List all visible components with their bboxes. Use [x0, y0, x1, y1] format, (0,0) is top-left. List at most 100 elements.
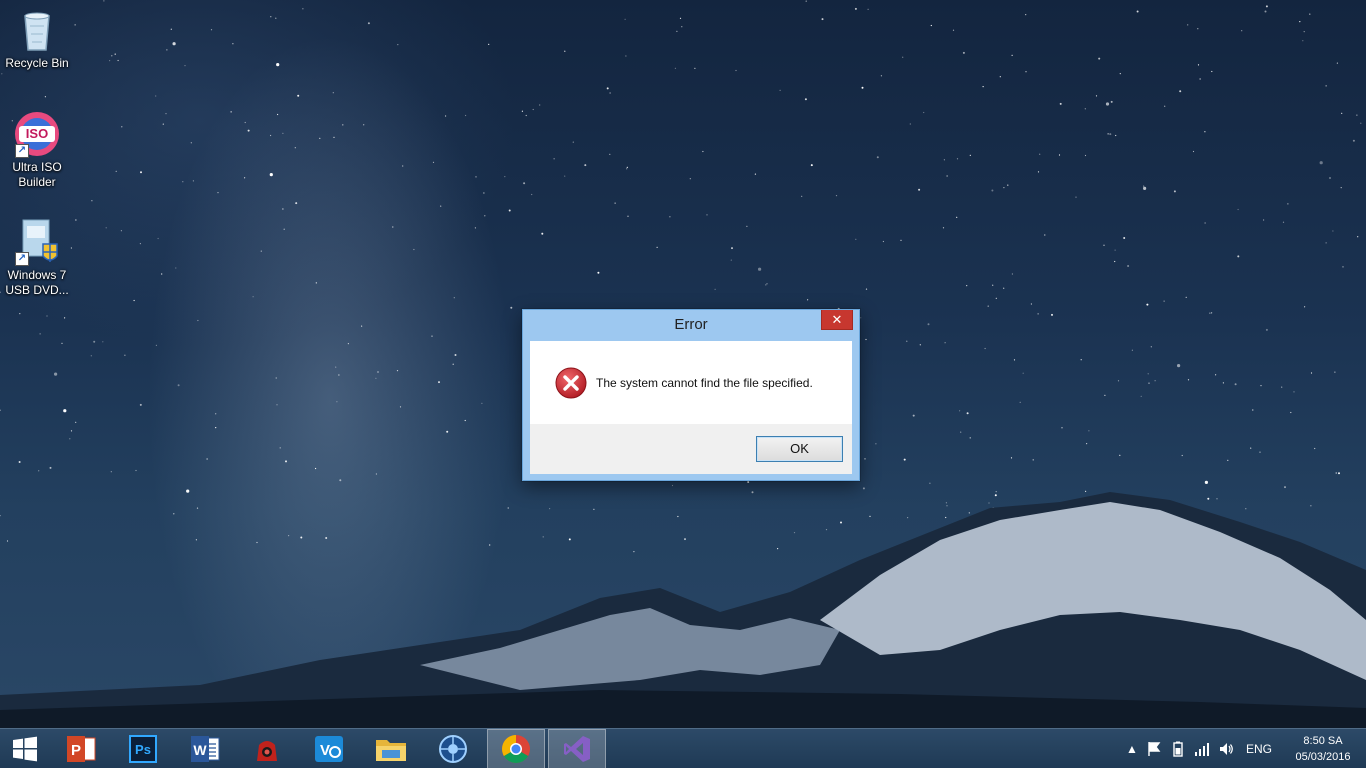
star — [49, 466, 52, 469]
star — [1075, 196, 1077, 198]
star — [860, 317, 862, 319]
star — [1150, 346, 1152, 348]
star — [483, 192, 485, 194]
taskbar-item-media-app[interactable] — [424, 729, 482, 768]
input-language-indicator[interactable]: ENG — [1246, 741, 1272, 757]
star — [962, 51, 965, 54]
star — [801, 195, 803, 197]
taskbar-item-vscode[interactable]: V — [300, 729, 358, 768]
star — [117, 59, 119, 62]
star — [121, 126, 123, 128]
star — [1147, 373, 1149, 375]
star — [943, 159, 946, 161]
star — [995, 297, 997, 299]
star — [1114, 260, 1116, 263]
taskbar-item-photoshop[interactable]: Ps — [114, 729, 172, 768]
taskbar-item-powerpoint[interactable]: P — [52, 729, 110, 768]
star — [1281, 386, 1283, 388]
star — [139, 243, 141, 245]
star — [1357, 236, 1359, 238]
star — [270, 16, 272, 18]
media-app-icon — [439, 735, 467, 763]
star — [553, 158, 555, 160]
star — [1103, 244, 1105, 246]
ok-button[interactable]: OK — [756, 436, 843, 462]
star — [810, 164, 813, 167]
star — [627, 215, 629, 217]
star — [1215, 374, 1217, 376]
star — [91, 200, 93, 202]
taskbar-item-word[interactable]: W — [176, 729, 234, 768]
star — [626, 168, 628, 170]
star — [923, 111, 925, 114]
show-hidden-icons-button[interactable]: ▲ — [1124, 741, 1140, 757]
star — [197, 319, 199, 322]
star — [1303, 31, 1305, 33]
star — [1185, 296, 1187, 298]
taskbar-item-red-app[interactable] — [238, 729, 296, 768]
star — [247, 129, 250, 132]
star — [987, 305, 989, 307]
star — [867, 8, 869, 10]
star — [531, 193, 533, 196]
star — [1110, 100, 1113, 103]
star — [269, 173, 273, 177]
star — [464, 419, 466, 422]
star — [367, 22, 370, 25]
star — [336, 401, 338, 403]
star — [399, 406, 402, 408]
star — [452, 363, 454, 365]
network-signal-icon[interactable] — [1194, 741, 1210, 757]
svg-text:P: P — [71, 742, 81, 759]
taskbar-item-visual-studio[interactable] — [548, 729, 606, 768]
star — [302, 8, 304, 10]
desktop-icon-recycle-bin[interactable]: Recycle Bin — [0, 6, 74, 71]
star — [275, 377, 277, 379]
star — [260, 250, 262, 252]
star — [1051, 313, 1053, 316]
star — [625, 55, 627, 57]
star — [375, 377, 377, 379]
star — [133, 299, 135, 302]
clock[interactable]: 8:50 SA 05/03/2016 — [1284, 733, 1362, 765]
star — [1252, 409, 1254, 411]
star — [966, 412, 969, 415]
star — [882, 240, 885, 243]
star — [807, 299, 809, 301]
shortcut-arrow-icon: ↗ — [15, 144, 29, 158]
start-button[interactable] — [0, 729, 50, 768]
star — [992, 284, 994, 286]
star — [39, 333, 41, 335]
star — [332, 92, 334, 94]
star — [1204, 131, 1206, 133]
star — [952, 29, 955, 31]
star — [1061, 427, 1063, 429]
star — [609, 92, 611, 94]
taskbar-item-file-explorer[interactable] — [362, 729, 420, 768]
desktop-icon-ultra-iso[interactable]: ISO ↗ Ultra ISO Builder — [0, 110, 74, 190]
desktop-icon-windows7-usb[interactable]: ↗ Windows 7 USB DVD... — [0, 218, 74, 298]
action-center-flag-icon[interactable] — [1146, 741, 1162, 757]
star — [438, 381, 440, 384]
star — [155, 95, 157, 97]
star — [63, 409, 67, 413]
close-button[interactable]: ✕ — [821, 310, 853, 330]
battery-icon[interactable] — [1170, 741, 1186, 757]
star — [1187, 24, 1189, 26]
star — [210, 29, 213, 31]
taskbar: P Ps W V ▲ ENG 8:50 SA 05/03/2016 — [0, 728, 1366, 768]
star — [875, 443, 877, 445]
visual-studio-icon — [564, 736, 590, 762]
star — [111, 55, 113, 57]
star — [1319, 161, 1323, 165]
star — [161, 273, 163, 275]
star — [864, 458, 866, 460]
star — [1131, 349, 1133, 351]
star — [335, 366, 337, 368]
star — [694, 67, 696, 69]
taskbar-item-chrome[interactable] — [487, 729, 545, 768]
volume-icon[interactable] — [1218, 741, 1234, 757]
star — [1148, 382, 1150, 384]
star — [969, 437, 971, 439]
star — [19, 313, 21, 315]
